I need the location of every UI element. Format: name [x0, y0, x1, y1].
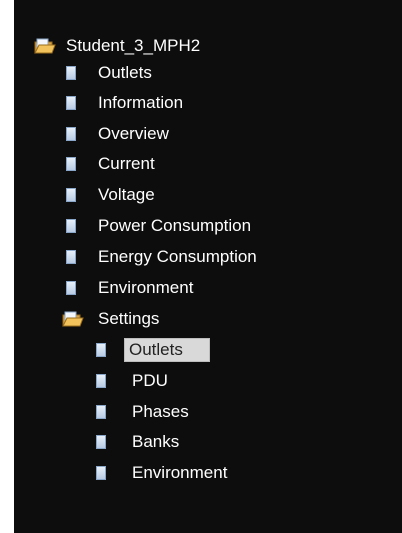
page-icon	[66, 188, 76, 202]
folder-open-icon	[34, 38, 56, 54]
selected-tree-item-label: Outlets	[124, 338, 210, 362]
tree-item-label: Energy Consumption	[98, 247, 257, 266]
page-icon	[96, 405, 106, 419]
tree-item-settings-banks[interactable]: Banks	[96, 430, 266, 454]
tree-item-label: Outlets	[98, 63, 152, 82]
tree-item-environment[interactable]: Environment	[66, 276, 326, 300]
tree-item-settings-environment[interactable]: Environment	[96, 461, 296, 485]
tree-item-label: Current	[98, 154, 155, 173]
page-icon	[96, 466, 106, 480]
tree-item-label: Overview	[98, 124, 169, 143]
navigation-tree-panel: Student_3_MPH2 Outlets Information Overv…	[14, 0, 402, 533]
page-icon	[66, 250, 76, 264]
tree-item-settings-phases[interactable]: Phases	[96, 400, 266, 424]
tree-item-label: Banks	[132, 432, 180, 451]
page-icon	[96, 374, 106, 388]
tree-item-label: Phases	[132, 402, 189, 421]
page-icon	[66, 281, 76, 295]
tree-item-overview[interactable]: Overview	[66, 122, 326, 146]
tree-root-student-3-mph2[interactable]: Student_3_MPH2	[34, 34, 334, 58]
tree-item-label: Power Consumption	[98, 216, 252, 235]
tree-item-label: Environment	[98, 278, 194, 297]
folder-open-icon	[62, 311, 84, 327]
tree-item-settings-outlets[interactable]: Outlets	[96, 338, 266, 362]
tree-item-current[interactable]: Current	[66, 152, 326, 176]
tree-item-energy-consumption[interactable]: Energy Consumption	[66, 245, 366, 269]
tree-item-power-consumption[interactable]: Power Consumption	[66, 214, 346, 238]
page-icon	[66, 127, 76, 141]
page-icon	[96, 435, 106, 449]
page-icon	[66, 96, 76, 110]
page-icon	[66, 219, 76, 233]
page-icon	[96, 343, 106, 357]
tree-folder-label: Settings	[98, 309, 160, 328]
tree-item-information[interactable]: Information	[66, 91, 326, 115]
tree-item-label: Information	[98, 93, 184, 112]
tree-item-settings-pdu[interactable]: PDU	[96, 369, 266, 393]
tree-root-label: Student_3_MPH2	[66, 36, 201, 55]
page-icon	[66, 66, 76, 80]
tree-item-voltage[interactable]: Voltage	[66, 183, 326, 207]
tree-item-label: Voltage	[98, 185, 155, 204]
tree-item-label: PDU	[132, 371, 168, 390]
tree-folder-settings[interactable]: Settings	[62, 307, 262, 331]
tree-item-label: Environment	[132, 463, 228, 482]
tree-item-outlets[interactable]: Outlets	[66, 61, 326, 85]
page-icon	[66, 157, 76, 171]
